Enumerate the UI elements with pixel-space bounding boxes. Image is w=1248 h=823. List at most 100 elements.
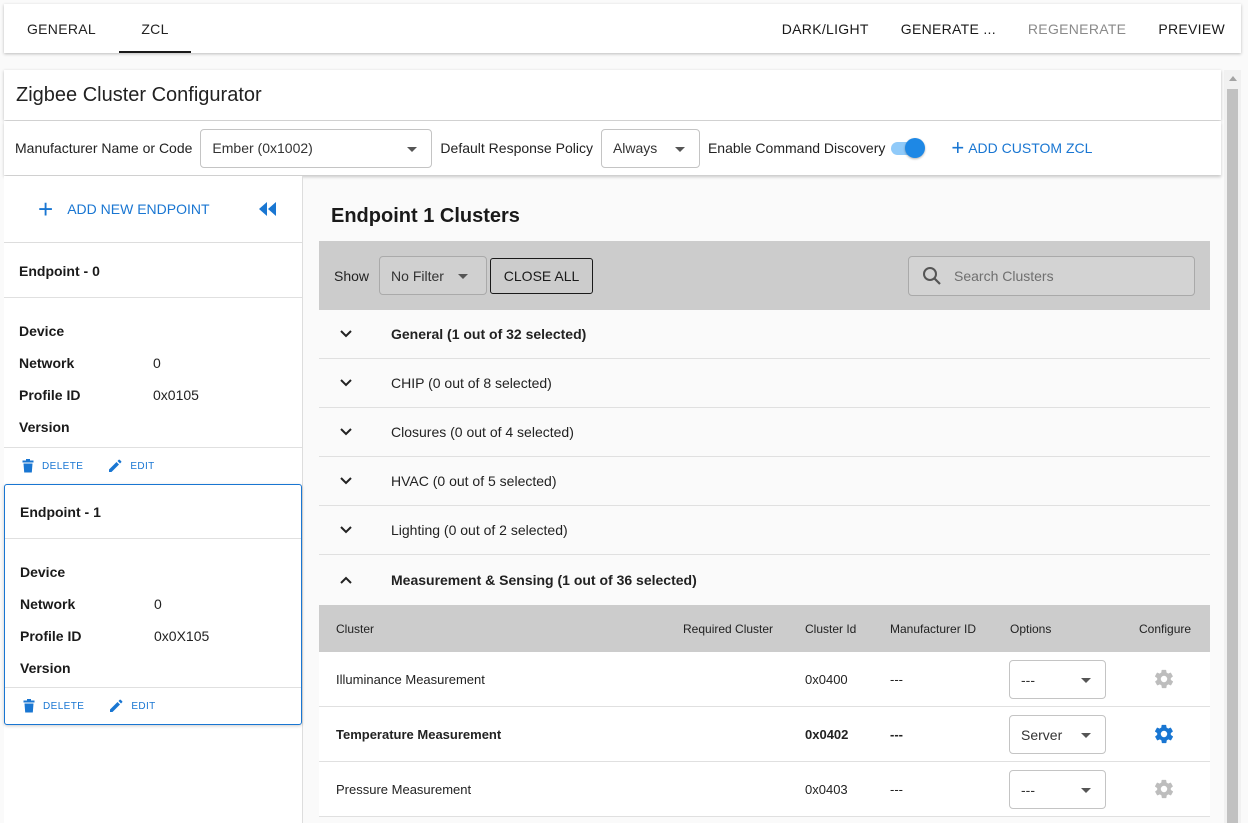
preview-button[interactable]: PREVIEW: [1142, 21, 1241, 37]
chevron-down-icon: [407, 146, 418, 152]
table-row: Illuminance Measurement 0x0400 --- ---: [319, 652, 1210, 707]
endpoint-sidebar: + ADD NEW ENDPOINT Endpoint - 0 Device N…: [4, 176, 303, 823]
cluster-option-select[interactable]: Server: [1009, 715, 1106, 754]
delete-label: DELETE: [42, 460, 84, 472]
chevron-down-icon[interactable]: [319, 526, 391, 534]
col-cluster-id[interactable]: Cluster Id: [805, 605, 856, 652]
edit-endpoint-button[interactable]: EDIT: [109, 699, 155, 713]
edit-label: EDIT: [131, 700, 156, 712]
manufacturer-value: Ember (0x1002): [212, 140, 313, 156]
add-new-endpoint-button[interactable]: + ADD NEW ENDPOINT: [38, 196, 210, 222]
cluster-group-lighting[interactable]: Lighting (0 out of 2 selected): [319, 506, 1210, 555]
col-manufacturer-id[interactable]: Manufacturer ID: [890, 605, 976, 652]
chevron-down-icon[interactable]: [319, 330, 391, 338]
group-label: General (1 out of 32 selected): [391, 326, 587, 342]
delete-label: DELETE: [43, 700, 85, 712]
cluster-option-select[interactable]: ---: [1009, 770, 1106, 809]
manufacturer-select[interactable]: Ember (0x1002): [200, 128, 433, 168]
chevron-down-icon: [1081, 678, 1091, 683]
close-all-button[interactable]: CLOSE ALL: [490, 257, 594, 294]
endpoint-card-selected[interactable]: Endpoint - 1 Device Network 0 Profile ID 0…: [4, 484, 302, 725]
col-required-cluster[interactable]: Required Cluster: [683, 605, 773, 652]
search-icon: [923, 267, 941, 285]
device-label: Device: [19, 323, 65, 339]
version-label: Version: [20, 660, 71, 676]
regenerate-button[interactable]: REGENERATE: [1012, 21, 1142, 37]
plus-icon: +: [951, 135, 965, 160]
manufacturer-label: Manufacturer Name or Code: [15, 140, 193, 156]
cluster-id: 0x0402: [805, 727, 849, 742]
cluster-name: Illuminance Measurement: [336, 672, 485, 687]
cluster-group-chip[interactable]: CHIP (0 out of 8 selected): [319, 359, 1210, 408]
gear-icon[interactable]: [1153, 723, 1175, 745]
group-label: CHIP (0 out of 8 selected): [391, 375, 552, 391]
endpoint-card[interactable]: Endpoint - 0 Device Network 0 Profile ID 0…: [4, 244, 302, 484]
clusters-title: Endpoint 1 Clusters: [331, 205, 520, 227]
search-clusters-field[interactable]: [908, 256, 1195, 296]
profile-id-label: Profile ID: [19, 387, 81, 403]
manufacturer-id: ---: [890, 672, 903, 687]
add-custom-zcl-label: ADD CUSTOM ZCL: [968, 140, 1093, 156]
response-policy-select[interactable]: Always: [600, 128, 700, 168]
network-label: Network: [20, 596, 76, 612]
command-discovery-toggle[interactable]: [891, 138, 926, 158]
option-value: ---: [1021, 781, 1035, 798]
version-label: Version: [19, 419, 70, 435]
add-endpoint-row: + ADD NEW ENDPOINT: [4, 176, 302, 243]
profile-id-label: Profile ID: [20, 628, 82, 644]
pencil-icon: [109, 459, 122, 472]
table-row: Temperature Measurement 0x0402 --- Serve…: [319, 707, 1210, 762]
col-configure[interactable]: Configure: [1139, 605, 1191, 652]
chevron-down-icon[interactable]: [319, 477, 391, 485]
dark-light-button[interactable]: DARK/LIGHT: [766, 21, 885, 37]
top-actions: DARK/LIGHT GENERATE ... REGENERATE PREVI…: [766, 4, 1241, 53]
chevron-down-icon[interactable]: [319, 379, 391, 387]
scroll-up-arrow-icon[interactable]: [1224, 70, 1241, 87]
trash-icon: [22, 459, 34, 473]
cluster-name: Temperature Measurement: [336, 727, 502, 742]
group-label: HVAC (0 out of 5 selected): [391, 473, 557, 489]
chevron-down-icon: [1081, 788, 1091, 793]
tab-zcl[interactable]: ZCL: [119, 4, 191, 53]
network-value: 0: [153, 355, 161, 371]
cluster-option-select[interactable]: ---: [1009, 660, 1106, 699]
command-discovery-label: Enable Command Discovery: [707, 140, 886, 156]
cluster-group-general[interactable]: General (1 out of 32 selected): [319, 310, 1210, 359]
response-policy-value: Always: [612, 140, 658, 156]
gear-icon[interactable]: [1153, 778, 1175, 800]
gear-icon[interactable]: [1153, 668, 1175, 690]
cluster-id: 0x0400: [805, 672, 848, 687]
generate-button[interactable]: GENERATE ...: [885, 21, 1012, 37]
edit-label: EDIT: [130, 460, 155, 472]
double-chevron-left-icon[interactable]: [258, 201, 278, 217]
chevron-down-icon[interactable]: [319, 428, 391, 436]
cluster-id: 0x0403: [805, 782, 848, 797]
endpoint-title: Endpoint - 0: [4, 244, 302, 298]
chevron-up-icon[interactable]: [319, 576, 391, 584]
profile-id-value: 0x0105: [153, 387, 199, 403]
option-value: ---: [1021, 671, 1035, 688]
tab-general[interactable]: GENERAL: [4, 4, 119, 53]
delete-endpoint-button[interactable]: DELETE: [23, 699, 84, 713]
col-options[interactable]: Options: [1010, 605, 1051, 652]
network-label: Network: [19, 355, 75, 371]
filter-select[interactable]: No Filter: [379, 256, 488, 295]
cluster-group-hvac[interactable]: HVAC (0 out of 5 selected): [319, 457, 1210, 506]
cluster-group-measurement-sensing[interactable]: Measurement & Sensing (1 out of 36 selec…: [319, 555, 1210, 604]
edit-endpoint-button[interactable]: EDIT: [108, 459, 154, 473]
col-cluster[interactable]: Cluster: [336, 605, 374, 652]
page-scrollbar[interactable]: [1224, 70, 1241, 823]
cluster-table-header: Cluster Required Cluster Cluster Id Manu…: [319, 605, 1210, 652]
page-title: Zigbee Cluster Configurator: [4, 70, 1221, 120]
scroll-thumb[interactable]: [1227, 89, 1238, 823]
search-clusters-input[interactable]: [952, 267, 1172, 285]
cluster-name: Pressure Measurement: [336, 782, 472, 797]
show-label: Show: [334, 267, 370, 284]
options-bar: Manufacturer Name or Code Ember (0x1002)…: [4, 121, 1221, 175]
delete-endpoint-button[interactable]: DELETE: [22, 459, 83, 473]
table-row: Pressure Measurement 0x0403 --- ---: [319, 762, 1210, 817]
chevron-down-icon: [1081, 733, 1091, 738]
add-custom-zcl-button[interactable]: + ADD CUSTOM ZCL: [951, 137, 1092, 159]
cluster-group-closures[interactable]: Closures (0 out of 4 selected): [319, 408, 1210, 457]
endpoint-actions: DELETE EDIT: [5, 687, 301, 724]
